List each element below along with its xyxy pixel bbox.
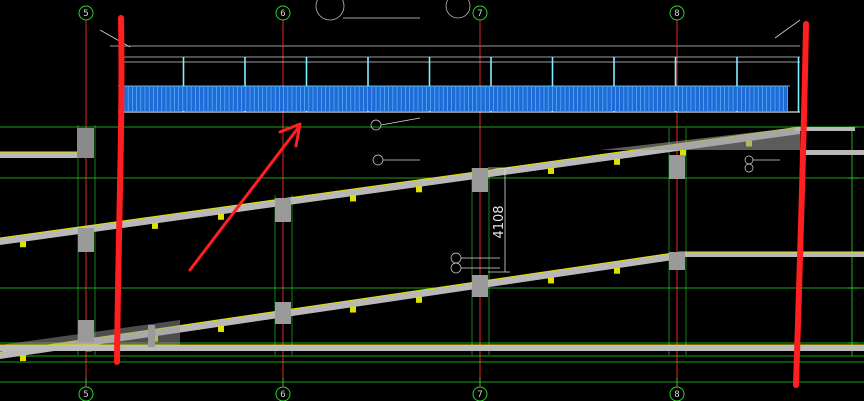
- grid-label-7-bottom: 7: [477, 390, 482, 400]
- upper-ramp-stud: [680, 149, 686, 156]
- upper-ramp-stud: [218, 213, 224, 220]
- grid-label-5-bottom: 5: [83, 390, 88, 400]
- lower-ramp-stud: [548, 277, 554, 284]
- grid-label-8-bottom: 8: [674, 390, 679, 400]
- grid-label-7-top: 7: [477, 9, 482, 19]
- lower-ramp-stud: [218, 325, 224, 332]
- grid-label-6-bottom: 6: [280, 390, 285, 400]
- upper-ramp-stud: [350, 195, 356, 202]
- right-mid-floor: [680, 252, 864, 257]
- left-upper-floor: [0, 152, 80, 158]
- dimension-label: 4108: [492, 205, 507, 238]
- upper-ramp-stud: [416, 186, 422, 193]
- ground-pit: [148, 325, 155, 347]
- lower-ramp-stud: [614, 267, 620, 274]
- railing-infill: [122, 86, 788, 111]
- section-drawing-canvas[interactable]: 5 6 7 8 5 6 7 8 4108: [0, 0, 864, 401]
- left-beam: [77, 128, 94, 158]
- grid-label-6-top: 6: [280, 9, 285, 19]
- grid-label-8-top: 8: [674, 9, 679, 19]
- ground-slab: [0, 345, 864, 351]
- right-upper-floor: [800, 150, 864, 155]
- grid-label-5-top: 5: [83, 9, 88, 19]
- lower-ramp-stud: [350, 306, 356, 313]
- lower-ramp-stud: [416, 296, 422, 303]
- upper-ramp-stud: [20, 241, 26, 248]
- upper-ramp-stud: [548, 167, 554, 174]
- upper-ramp-stud: [152, 222, 158, 229]
- upper-ramp-stud: [614, 158, 620, 165]
- lower-ramp-stud: [20, 355, 26, 362]
